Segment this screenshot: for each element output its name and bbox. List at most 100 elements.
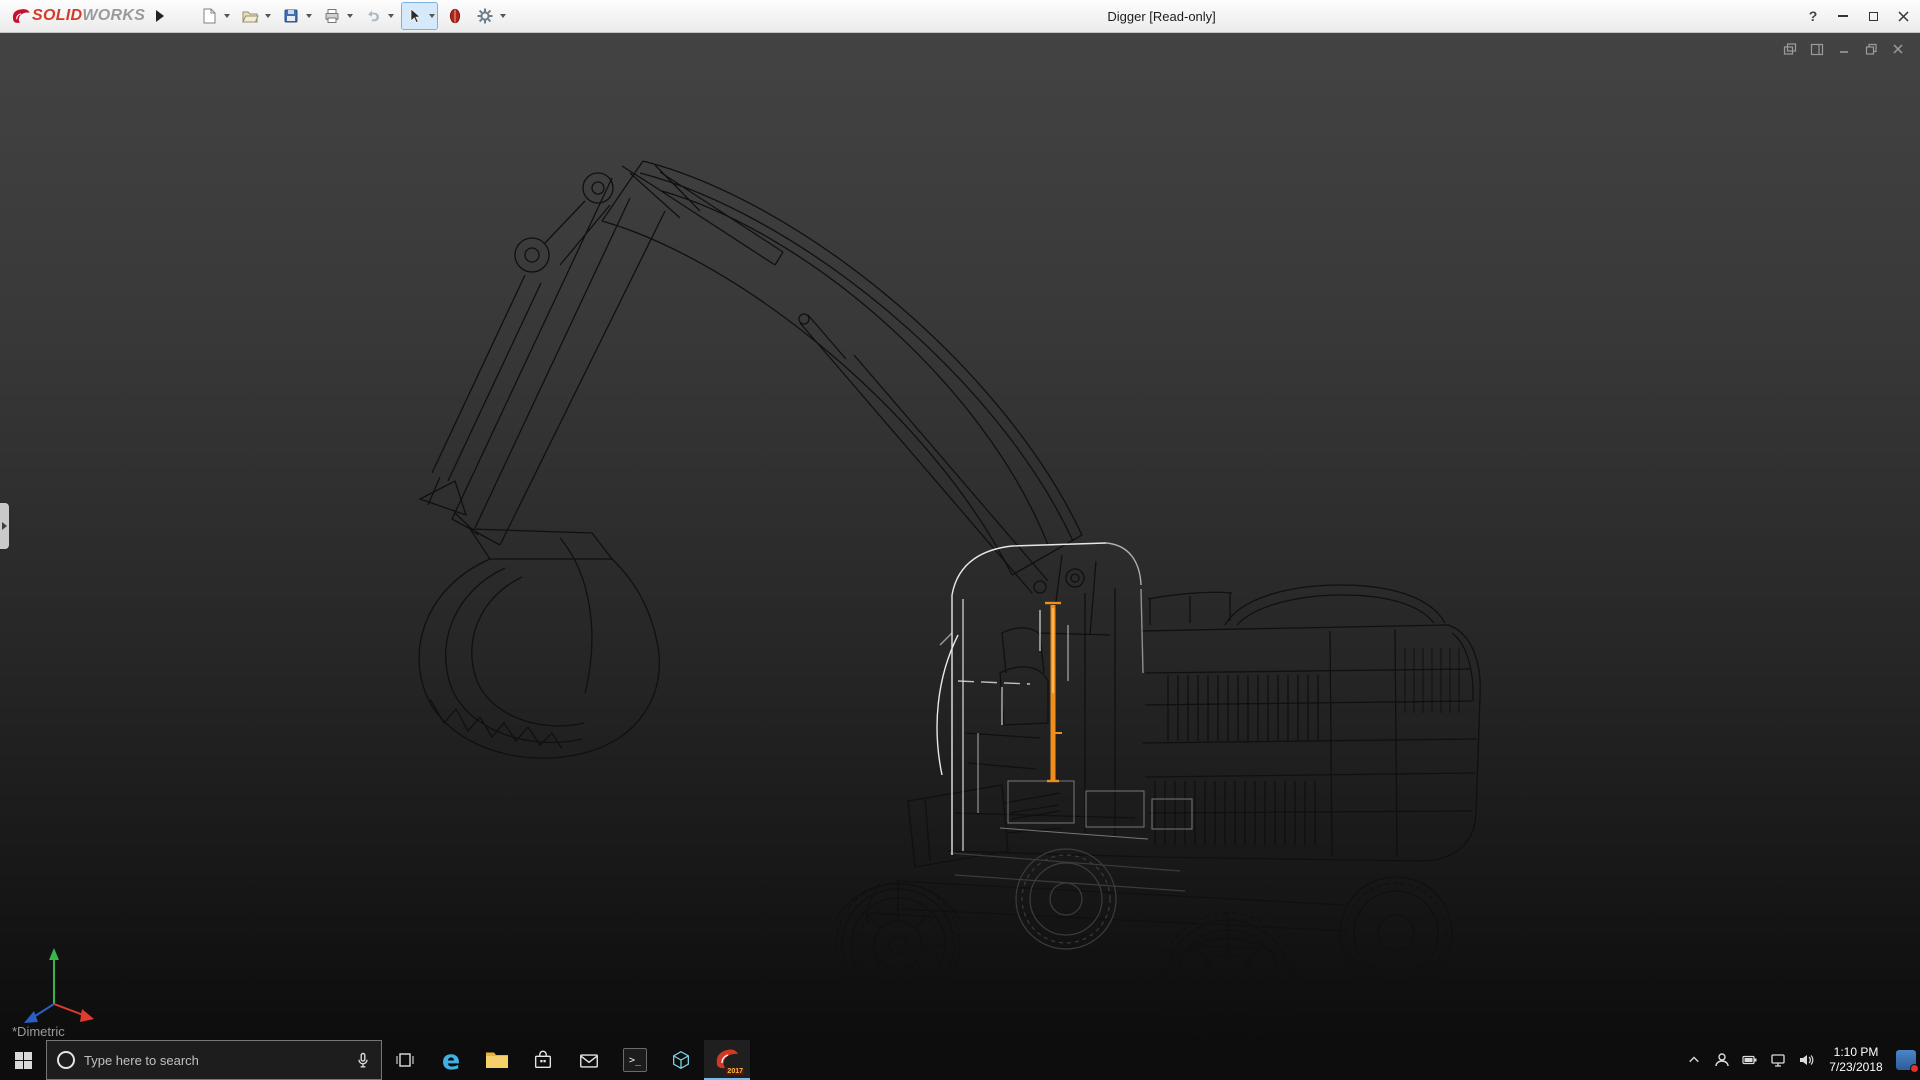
- taskbar-app-store[interactable]: [520, 1040, 566, 1080]
- undo-dropdown[interactable]: [385, 4, 396, 28]
- minimize-button[interactable]: [1828, 0, 1858, 32]
- search-input[interactable]: [84, 1053, 346, 1068]
- print-dropdown[interactable]: [344, 4, 355, 28]
- taskbar-app-edge[interactable]: e: [428, 1040, 474, 1080]
- options-button[interactable]: [473, 4, 497, 28]
- solidworks-logo: SOLIDWORKS: [0, 6, 151, 26]
- open-dropdown[interactable]: [262, 4, 273, 28]
- taskbar-app-mail[interactable]: [566, 1040, 612, 1080]
- restore-doc-button[interactable]: [1861, 40, 1881, 58]
- solidworks-version-badge: 2017: [726, 1068, 744, 1075]
- toolbar-item-new: [197, 3, 232, 29]
- chevron-down-icon: [265, 14, 271, 18]
- taskbar-app-3d-viewer[interactable]: [658, 1040, 704, 1080]
- dassault-logo-icon: [10, 6, 32, 26]
- new-document-dropdown[interactable]: [221, 4, 232, 28]
- save-dropdown[interactable]: [303, 4, 314, 28]
- select-dropdown[interactable]: [426, 4, 437, 28]
- bucket[interactable]: [419, 529, 659, 758]
- document-title: Digger [Read-only]: [1107, 9, 1215, 24]
- tray-network-icon[interactable]: [1764, 1040, 1792, 1080]
- close-button[interactable]: [1888, 0, 1918, 32]
- restore-doc-icon: [1865, 43, 1878, 56]
- appearance-icon: [446, 7, 464, 25]
- undo-arrow-icon: [364, 7, 382, 25]
- y-axis-arrow: [49, 948, 59, 960]
- wheel-rear-right[interactable]: [1340, 877, 1452, 989]
- chevron-down-icon: [500, 14, 506, 18]
- chevron-down-icon: [347, 14, 353, 18]
- minimize-doc-icon: [1838, 43, 1850, 55]
- battery-icon: [1742, 1052, 1758, 1068]
- help-button[interactable]: ?: [1798, 0, 1828, 32]
- clock-time: 1:10 PM: [1820, 1045, 1892, 1060]
- window-controls: ?: [1798, 0, 1918, 32]
- hidden-icons-chevron[interactable]: [1680, 1040, 1708, 1080]
- taskbar-app-solidworks[interactable]: 2017: [704, 1040, 750, 1080]
- mail-icon: [578, 1051, 600, 1070]
- taskbar-search-box[interactable]: [46, 1040, 382, 1080]
- start-button[interactable]: [0, 1040, 46, 1080]
- options-dropdown[interactable]: [497, 4, 508, 28]
- menu-expand-arrow[interactable]: [151, 4, 169, 28]
- undercarriage[interactable]: [836, 881, 1348, 983]
- tray-user-icon[interactable]: [1708, 1040, 1736, 1080]
- select-button[interactable]: [402, 4, 426, 28]
- view-orientation-label: *Dimetric: [12, 1024, 65, 1039]
- maximize-icon: [1869, 12, 1878, 21]
- open-button[interactable]: [238, 4, 262, 28]
- minimize-icon: [1838, 15, 1848, 17]
- tray-volume-icon[interactable]: [1792, 1040, 1820, 1080]
- undo-button[interactable]: [361, 4, 385, 28]
- toolbar-item-select: [402, 3, 437, 29]
- edge-browser-icon: e: [442, 1047, 460, 1074]
- appearances-button[interactable]: [443, 4, 467, 28]
- dock-window-button[interactable]: [1807, 40, 1827, 58]
- cab-interior[interactable]: [955, 588, 1135, 838]
- feature-panel-expand-tab[interactable]: [0, 503, 9, 549]
- toolbar-item-undo: [361, 3, 396, 29]
- taskbar-app-command-prompt[interactable]: >_: [612, 1040, 658, 1080]
- notification-tray-icon[interactable]: [1892, 1040, 1920, 1080]
- chevron-down-icon: [388, 14, 394, 18]
- tray-battery-icon[interactable]: [1736, 1040, 1764, 1080]
- quick-access-toolbar: [197, 0, 508, 32]
- tray-app-icon: [1896, 1050, 1916, 1070]
- minimize-doc-button[interactable]: [1834, 40, 1854, 58]
- wheel-front-right[interactable]: [1160, 913, 1296, 1040]
- toolbar-item-options: [473, 3, 508, 29]
- orientation-triad[interactable]: [16, 938, 100, 1030]
- toolbar-item-print: [320, 3, 355, 29]
- maximize-button[interactable]: [1858, 0, 1888, 32]
- brand-text: SOLIDWORKS: [32, 7, 145, 25]
- float-window-icon: [1783, 43, 1797, 56]
- cursor-arrow-icon: [405, 7, 423, 25]
- taskbar-app-file-explorer[interactable]: [474, 1040, 520, 1080]
- z-axis-arrow: [24, 1011, 38, 1023]
- wireframe-excavator-model[interactable]: [0, 33, 1920, 1040]
- boom-arm[interactable]: [515, 161, 1082, 593]
- close-doc-button[interactable]: [1888, 40, 1908, 58]
- stick-arm[interactable]: [420, 178, 665, 545]
- save-floppy-icon: [282, 7, 300, 25]
- new-document-button[interactable]: [197, 4, 221, 28]
- printer-icon: [323, 7, 341, 25]
- microphone-icon[interactable]: [355, 1052, 371, 1069]
- save-button[interactable]: [279, 4, 303, 28]
- command-prompt-icon: >_: [623, 1048, 647, 1072]
- document-window-controls: [1780, 40, 1908, 58]
- graphics-viewport[interactable]: *Dimetric: [0, 33, 1920, 1040]
- excavator-ghost-wireframe[interactable]: [950, 849, 1185, 949]
- task-view-button[interactable]: [382, 1040, 428, 1080]
- system-tray: 1:10 PM 7/23/2018: [1680, 1040, 1920, 1080]
- taskbar-clock[interactable]: 1:10 PM 7/23/2018: [1820, 1040, 1892, 1080]
- upper-body[interactable]: [908, 555, 1480, 867]
- right-triangle-icon: [156, 10, 164, 22]
- float-window-button[interactable]: [1780, 40, 1800, 58]
- wheel-front-left[interactable]: [836, 883, 960, 1007]
- titlebar: SOLIDWORKS: [0, 0, 1920, 33]
- gear-icon: [476, 7, 494, 25]
- excavator-dark-wireframe[interactable]: [419, 161, 1480, 1040]
- toolbar-item-save: [279, 3, 314, 29]
- print-button[interactable]: [320, 4, 344, 28]
